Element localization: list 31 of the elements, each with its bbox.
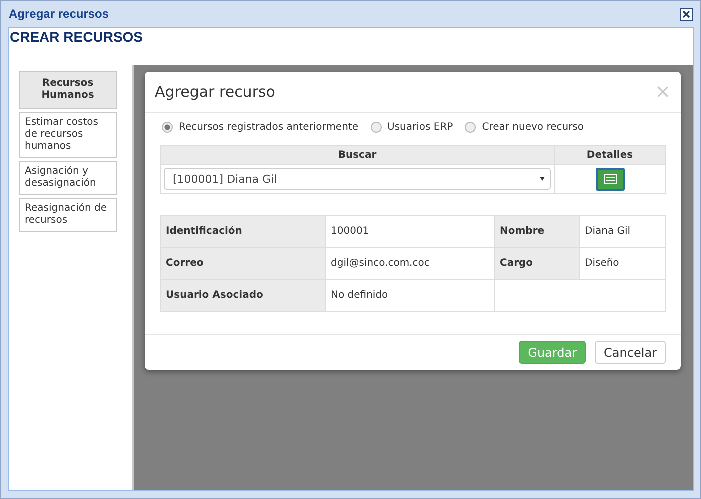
radio-button[interactable]	[465, 122, 476, 133]
value-cell: Diana Gil	[580, 216, 666, 248]
value-cell: 100001	[326, 216, 494, 248]
label-cell: Identificación	[160, 216, 326, 248]
dialog-title: Agregar recurso	[155, 83, 276, 101]
sidebar-item[interactable]: Recursos Humanos	[19, 71, 117, 109]
sidebar-item[interactable]: Asignación y desasignación	[19, 161, 117, 195]
page-title: CREAR RECURSOS	[9, 28, 144, 47]
radio-label[interactable]: Recursos registrados anteriormente	[179, 122, 358, 133]
column-header: Buscar	[160, 146, 554, 164]
radio-button[interactable]	[370, 122, 382, 133]
window-title: Agregar recursos	[9, 7, 110, 21]
sidebar-item[interactable]: Reasignación de recursos	[19, 198, 117, 232]
value-cell: dgil@sinco.com.coc	[326, 248, 494, 280]
label-cell: Nombre	[494, 216, 580, 248]
details-button[interactable]	[596, 168, 624, 190]
radio-button[interactable]	[162, 122, 173, 133]
radio-label[interactable]: Usuarios ERP	[388, 122, 454, 133]
card-icon	[604, 174, 616, 184]
cancel-button[interactable]: Cancelar	[595, 341, 666, 364]
radio-label[interactable]: Crear nuevo recurso	[482, 122, 584, 133]
select-field[interactable]: [100001] Diana Gil	[164, 168, 551, 190]
close-icon[interactable]	[680, 8, 693, 20]
caret-icon	[540, 177, 545, 181]
label-cell: Correo	[160, 248, 326, 280]
value-cell: No definido	[326, 280, 494, 312]
sidebar-item[interactable]: Estimar costos de recursos humanos	[19, 112, 117, 158]
label-cell: Usuario Asociado	[160, 280, 326, 312]
column-header: Detalles	[554, 146, 666, 164]
label-cell: Cargo	[494, 248, 580, 280]
value-cell: Diseño	[580, 248, 666, 280]
